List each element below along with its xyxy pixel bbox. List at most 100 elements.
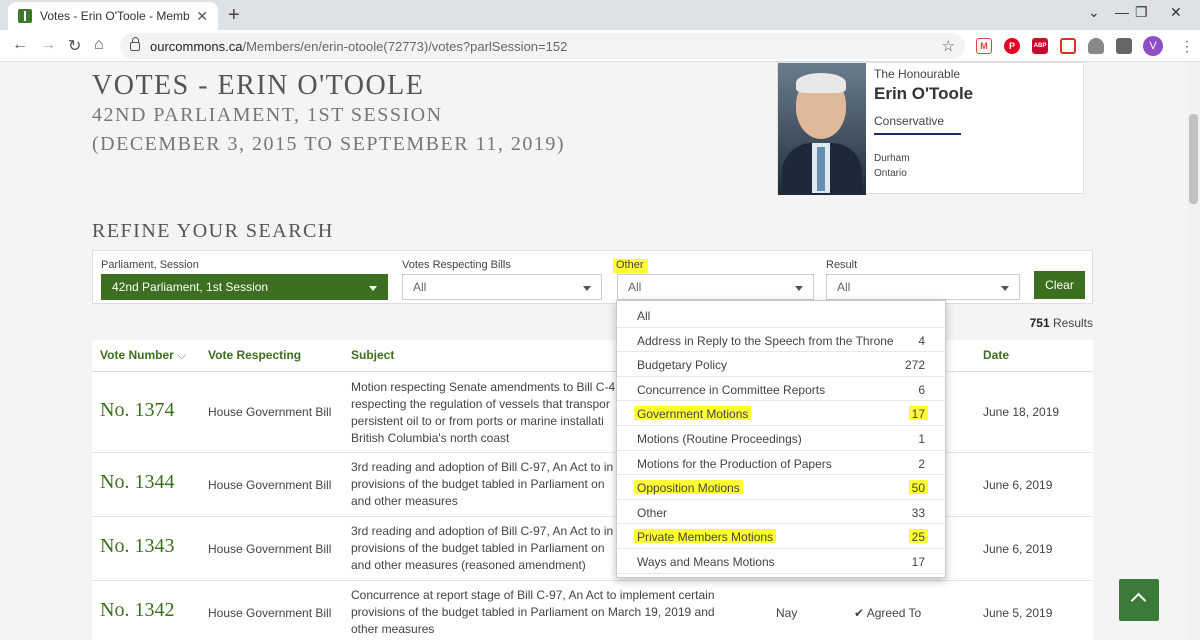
back-to-top-button[interactable]	[1119, 579, 1159, 621]
dropdown-option[interactable]: Address in Reply to the Speech from the …	[617, 328, 945, 353]
table-row: No. 1342 House Government Bill Concurren…	[92, 581, 1093, 640]
other-select[interactable]: All	[617, 274, 814, 300]
dropdown-option-count: 50	[908, 480, 928, 495]
gmail-icon[interactable]: M	[976, 38, 992, 54]
vote-number-link[interactable]: No. 1344	[100, 471, 174, 494]
vote-number-link[interactable]: No. 1342	[100, 599, 174, 622]
dropdown-option-label: Budgetary Policy	[637, 358, 728, 373]
pinterest-icon[interactable]: P	[1004, 38, 1020, 54]
restore-icon[interactable]: ❐	[1135, 4, 1148, 21]
vote-respecting: House Government Bill	[208, 542, 332, 556]
dropdown-option-count: 1	[918, 432, 925, 446]
browser-tabstrip: Votes - Erin O'Toole - Members o ✕ + ⌄ —…	[0, 0, 1200, 30]
dropdown-option-count: 6	[918, 382, 925, 397]
caret-down-icon	[1001, 286, 1009, 291]
profile-avatar[interactable]: V	[1143, 36, 1163, 56]
forward-icon[interactable]: →	[40, 36, 56, 54]
vote-subject[interactable]: 3rd reading and adoption of Bill C-97, A…	[351, 523, 621, 574]
page-content: VOTES - ERIN O'TOOLE 42ND PARLIAMENT, 1S…	[0, 62, 1187, 640]
dropdown-option[interactable]: All	[617, 303, 945, 328]
dropdown-option-count: 17	[911, 555, 925, 569]
other-value: All	[628, 280, 642, 294]
refine-heading: REFINE YOUR SEARCH	[92, 220, 334, 242]
vote-date: June 6, 2019	[983, 542, 1053, 556]
vote-date: June 18, 2019	[983, 405, 1060, 419]
parliament-select[interactable]: 42nd Parliament, 1st Session	[101, 274, 388, 300]
dropdown-option-label: Government Motions	[634, 406, 752, 421]
vote-subject[interactable]: Concurrence at report stage of Bill C-97…	[351, 587, 726, 638]
other-label: Other	[613, 259, 648, 273]
dropdown-option-count: 2	[918, 456, 925, 471]
scrollbar[interactable]	[1187, 62, 1200, 640]
chevron-down-icon[interactable]: ⌄	[1088, 4, 1100, 21]
caret-down-icon	[369, 286, 377, 291]
member-name[interactable]: Erin O'Toole	[874, 84, 973, 104]
bills-select[interactable]: All	[402, 274, 602, 300]
dropdown-option-count: 272	[904, 358, 925, 373]
close-icon[interactable]: ✕	[196, 8, 208, 25]
chevron-down-icon: ⌵	[177, 348, 187, 362]
menu-kebab-icon[interactable]: ⋮	[1180, 38, 1194, 55]
dropdown-option-count: 17	[908, 406, 928, 421]
dropdown-option[interactable]: Motions (Routine Proceedings) 1	[617, 426, 945, 451]
dropdown-option-count: 25	[908, 529, 928, 544]
vote-date: June 6, 2019	[983, 478, 1053, 492]
browser-toolbar: ← → ↻ ⌂ ourcommons.ca/Members/en/erin-ot…	[0, 30, 1200, 62]
window-close-icon[interactable]: ✕	[1170, 4, 1182, 21]
back-icon[interactable]: ←	[12, 36, 28, 54]
browser-tab[interactable]: Votes - Erin O'Toole - Members o ✕	[8, 2, 218, 30]
lock-icon[interactable]	[130, 36, 140, 51]
dropdown-option[interactable]: Opposition Motions 50	[617, 475, 945, 500]
vote-number-link[interactable]: No. 1343	[100, 535, 174, 558]
new-tab-icon[interactable]: +	[228, 4, 240, 27]
vote-number-link[interactable]: No. 1374	[100, 399, 174, 422]
dates-subtitle: (DECEMBER 3, 2015 TO SEPTEMBER 11, 2019)	[92, 133, 565, 155]
home-icon[interactable]: ⌂	[94, 36, 104, 54]
dropdown-option-label: Ways and Means Motions	[637, 555, 775, 569]
dropdown-option[interactable]: Motions for the Production of Papers 2	[617, 451, 945, 476]
vote-subject[interactable]: 3rd reading and adoption of Bill C-97, A…	[351, 459, 621, 510]
dropdown-option[interactable]: Budgetary Policy 272	[617, 352, 945, 377]
adblock-icon[interactable]: ABP	[1032, 38, 1048, 54]
puzzle-icon[interactable]	[1116, 38, 1132, 54]
th-date[interactable]: Date	[983, 348, 1009, 362]
dropdown-option[interactable]: Government Motions 17	[617, 401, 945, 426]
dropdown-option[interactable]: Concurrence in Committee Reports 6	[617, 377, 945, 402]
dropdown-option[interactable]: Other 33	[617, 500, 945, 525]
dropdown-option-label: Private Members Motions	[634, 529, 777, 544]
extension-red-icon[interactable]	[1060, 38, 1076, 54]
bookmark-star-icon[interactable]: ☆	[942, 37, 955, 55]
th-vote-number[interactable]: Vote Number ⌵	[100, 348, 186, 363]
result-select[interactable]: All	[826, 274, 1020, 300]
parliament-value: 42nd Parliament, 1st Session	[112, 280, 269, 294]
minimize-icon[interactable]: —	[1115, 4, 1129, 20]
vote-result: ✔ Agreed To	[854, 606, 922, 620]
session-subtitle: 42ND PARLIAMENT, 1ST SESSION	[92, 104, 443, 126]
favicon-icon	[18, 9, 32, 23]
other-dropdown-list: All Address in Reply to the Speech from t…	[616, 300, 946, 578]
results-count: 751 Results	[1030, 316, 1093, 330]
result-label: Result	[826, 259, 858, 271]
clear-button[interactable]: Clear	[1034, 271, 1085, 299]
dropdown-option-label: Address in Reply to the Speech from the …	[637, 333, 894, 348]
vote-respecting: House Government Bill	[208, 606, 332, 620]
vote-subject[interactable]: Motion respecting Senate amendments to B…	[351, 379, 621, 447]
dropdown-option-count: 4	[918, 333, 925, 348]
dropdown-option-label: Opposition Motions	[634, 480, 743, 495]
th-subject[interactable]: Subject	[351, 348, 394, 362]
address-bar[interactable]: ourcommons.ca/Members/en/erin-otoole(727…	[120, 33, 965, 59]
page-title: VOTES - ERIN O'TOOLE	[92, 70, 425, 101]
dropdown-option-label: Other	[637, 505, 668, 520]
chevron-up-icon	[1130, 592, 1147, 609]
caret-down-icon	[583, 286, 591, 291]
scrollbar-thumb[interactable]	[1189, 114, 1198, 204]
dropdown-option-label: All	[637, 309, 651, 323]
parliament-label: Parliament, Session	[101, 259, 199, 271]
url-path: /Members/en/erin-otoole(72773)/votes?par…	[242, 38, 568, 54]
th-vote-respecting[interactable]: Vote Respecting	[208, 348, 301, 362]
vote-date: June 5, 2019	[983, 606, 1053, 620]
dropdown-option[interactable]: Ways and Means Motions 17	[617, 549, 945, 574]
dropdown-option[interactable]: Private Members Motions 25	[617, 524, 945, 549]
drive-icon[interactable]	[1088, 38, 1104, 54]
reload-icon[interactable]: ↻	[68, 36, 81, 56]
